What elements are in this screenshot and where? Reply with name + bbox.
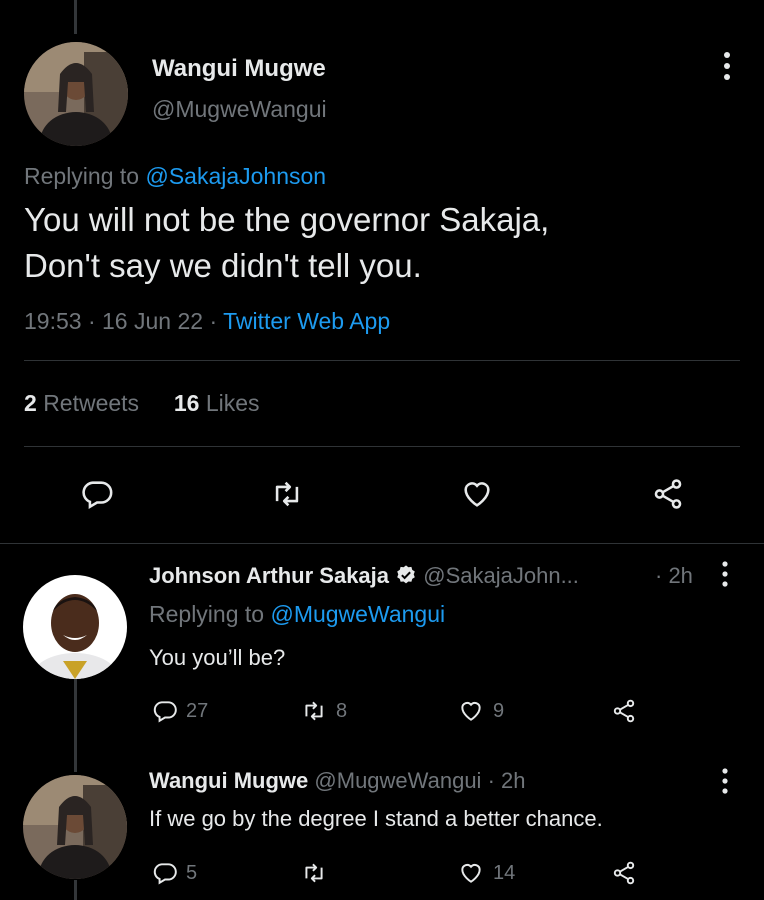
reply-time[interactable]: · 2h: [655, 563, 693, 589]
like-button[interactable]: 14: [457, 855, 515, 891]
display-name[interactable]: Wangui Mugwe: [149, 768, 308, 793]
display-name[interactable]: Johnson Arthur Sakaja: [149, 563, 389, 588]
tweet-action-bar: [0, 472, 764, 522]
more-options-icon[interactable]: [720, 768, 730, 798]
retweets-label: Retweets: [43, 390, 140, 416]
like-icon: [461, 863, 481, 883]
replying-prefix: Replying to: [149, 601, 271, 627]
tweet-text-line: Don't say we didn't tell you.: [24, 247, 422, 284]
share-icon: [613, 861, 635, 885]
replying-to: Replying to @SakajaJohnson: [24, 163, 326, 190]
like-icon: [461, 701, 481, 721]
reply-text: If we go by the degree I stand a better …: [149, 806, 603, 831]
share-icon: [613, 699, 635, 723]
share-button[interactable]: [610, 693, 638, 729]
reply-icon: [153, 701, 177, 723]
mention-link[interactable]: @MugweWangui: [270, 601, 445, 627]
mention-link[interactable]: @SakajaJohnson: [145, 163, 326, 189]
avatar[interactable]: [23, 575, 127, 679]
reply-count: 5: [186, 861, 198, 884]
tweet-text-line: You will not be the governor Sakaja,: [24, 201, 550, 238]
reply-button[interactable]: 27: [152, 693, 208, 729]
tweet-source-app[interactable]: Twitter Web App: [223, 308, 390, 334]
reply-time[interactable]: · 2h: [488, 768, 526, 793]
share-button[interactable]: [610, 855, 638, 891]
retweets-count: 2: [24, 390, 37, 416]
like-count: 14: [493, 861, 516, 884]
replying-prefix: Replying to: [24, 163, 146, 189]
like-button[interactable]: 9: [457, 693, 504, 729]
separator-dot: ·: [209, 308, 224, 334]
tweet-stats: 2 Retweets 16 Likes: [24, 390, 260, 417]
reply-icon: [153, 863, 177, 885]
like-count: 9: [493, 699, 505, 722]
likes-label: Likes: [205, 390, 260, 416]
reply-header: Johnson Arthur Sakaja @SakajaJohn...: [149, 563, 579, 592]
user-handle[interactable]: @MugweWangui: [152, 96, 327, 123]
retweet-icon: [305, 863, 323, 883]
retweet-button[interactable]: [300, 855, 336, 891]
more-options-icon[interactable]: [720, 561, 730, 591]
thread-line-top: [74, 0, 77, 34]
display-name[interactable]: Wangui Mugwe: [152, 55, 326, 83]
tweet-date[interactable]: 16 Jun 22: [102, 308, 203, 334]
retweet-icon: [305, 701, 323, 721]
reply-header: Wangui Mugwe @MugweWangui · 2h: [149, 768, 525, 794]
likes-count: 16: [173, 390, 200, 416]
retweet-count: 8: [336, 699, 348, 722]
like-icon[interactable]: [457, 472, 497, 516]
retweets-stat[interactable]: 2 Retweets: [24, 390, 139, 416]
verified-badge-icon: [395, 564, 417, 592]
user-handle[interactable]: @MugweWangui: [314, 768, 481, 793]
separator-dot: ·: [87, 308, 103, 334]
replying-to: Replying to @MugweWangui: [149, 601, 445, 628]
share-icon[interactable]: [648, 472, 688, 516]
divider: [0, 543, 764, 544]
likes-stat[interactable]: 16 Likes: [174, 390, 260, 416]
user-handle[interactable]: @SakajaJohn...: [423, 563, 579, 588]
reply-action-bar: 5 14: [0, 855, 764, 891]
tweet-time[interactable]: 19:53: [24, 308, 82, 334]
reply-icon[interactable]: [77, 472, 117, 516]
divider: [24, 446, 740, 447]
retweet-button[interactable]: 8: [300, 693, 347, 729]
tweet-meta: 19:53 · 16 Jun 22 · Twitter Web App: [24, 308, 390, 335]
reply-action-bar: 27 8 9: [0, 693, 764, 729]
avatar[interactable]: [24, 42, 128, 146]
reply-text: You you’ll be?: [149, 645, 286, 670]
reply-count: 27: [186, 699, 209, 722]
reply-button[interactable]: 5: [152, 855, 197, 891]
tweet-text: You will not be the governor Sakaja, Don…: [24, 197, 744, 289]
more-options-icon[interactable]: [722, 51, 732, 87]
divider: [24, 360, 740, 361]
retweet-icon[interactable]: [267, 472, 307, 516]
